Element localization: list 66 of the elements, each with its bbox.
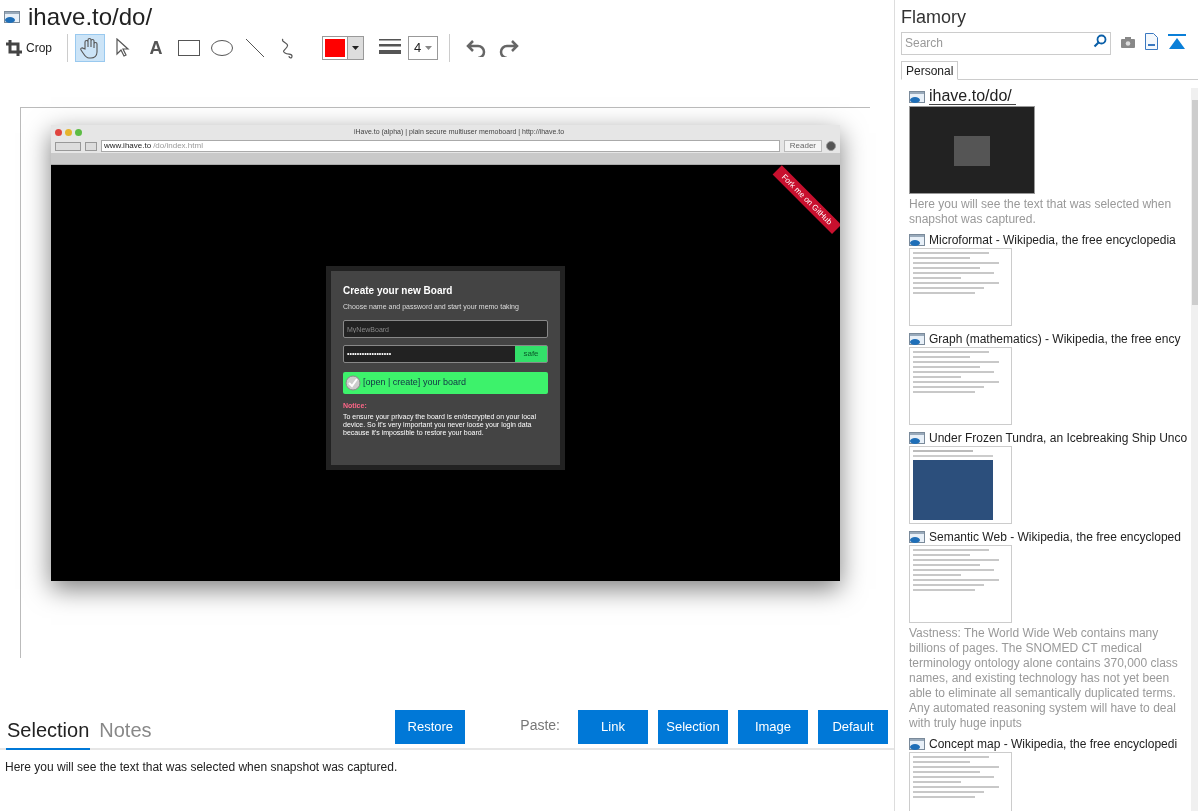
web-page-icon xyxy=(909,333,925,345)
close-icon[interactable] xyxy=(55,128,62,136)
web-page-icon xyxy=(909,90,925,103)
strength-indicator: safe xyxy=(515,346,547,363)
crop-icon xyxy=(6,40,22,56)
snapshot-title[interactable]: Concept map - Wikipedia, the free encyclopedi xyxy=(929,737,1178,751)
snapshot-title[interactable]: Under Frozen Tundra, an Icebreaking Ship Unco xyxy=(929,431,1188,445)
dialog-heading: Create your new Board xyxy=(343,283,454,298)
open-board-button[interactable]: [open | create] your board xyxy=(343,372,548,395)
address-bar[interactable]: www.ihave.to /do/index.html xyxy=(101,140,780,152)
drawing-tool-button[interactable]: A xyxy=(141,34,171,62)
snapshot-thumbnail[interactable] xyxy=(909,752,1012,811)
color-picker[interactable] xyxy=(322,36,364,60)
url-host: www.ihave.to xyxy=(104,142,152,150)
caret-icon xyxy=(352,46,359,50)
web-page-icon xyxy=(909,234,925,246)
window-title: ihave.to/do/ xyxy=(28,4,153,29)
camera-icon[interactable] xyxy=(1121,35,1135,48)
snapshot-thumbnail[interactable] xyxy=(909,545,1012,623)
restore-button[interactable]: Restore xyxy=(395,710,466,744)
checkmark-icon xyxy=(345,375,361,392)
collapse-icon[interactable] xyxy=(1168,33,1186,50)
bottom-tab[interactable]: Selection xyxy=(6,715,91,750)
app-title: Flamory xyxy=(901,6,967,29)
search-field[interactable]: Search xyxy=(901,31,1111,55)
share-button[interactable] xyxy=(85,141,97,151)
snapshot-thumbnail[interactable] xyxy=(909,106,1035,194)
drawing-tool-button[interactable] xyxy=(75,34,105,62)
url-path: /do/index.html xyxy=(153,142,203,150)
back-forward-buttons[interactable] xyxy=(55,141,81,151)
search-icon[interactable] xyxy=(1093,34,1107,48)
snapshot-title[interactable]: ihave.to/do/ xyxy=(929,88,1016,105)
web-page-icon xyxy=(909,738,925,750)
reader-button[interactable]: Reader xyxy=(783,140,822,152)
snapshot-title[interactable]: Microformat - Wikipedia, the free encyclopedia xyxy=(929,233,1176,247)
text-tool-label: A xyxy=(149,36,163,60)
ellipse-icon xyxy=(211,40,233,56)
web-page-icon xyxy=(909,432,925,444)
downloads-icon[interactable] xyxy=(826,141,836,151)
line-icon xyxy=(245,38,265,58)
paste-button[interactable]: Image xyxy=(738,710,808,744)
hand-icon xyxy=(80,37,100,59)
selection-text: Here you will see the text that was selected when snapshot was captured. xyxy=(4,759,399,776)
web-page-icon xyxy=(4,10,20,23)
paste-label: Paste: xyxy=(520,716,560,735)
snapshot-title[interactable]: Graph (mathematics) - Wikipedia, the free ency xyxy=(929,332,1181,346)
snapshot-thumbnail[interactable] xyxy=(909,248,1012,326)
snapshot-description: Vastness: The World Wide Web contains many billions of pages. The SNOMED CT medical terminology ontology alone contains 370,000 class names, and existing technology has not yet been able to eliminate all semantically duplicated terms. Any automated reasoning system will have to deal with truly huge inputs xyxy=(909,626,1179,731)
snapshot-title[interactable]: Semantic Web - Wikipedia, the free encycloped xyxy=(929,530,1181,544)
paste-button[interactable]: Selection xyxy=(658,710,728,744)
snapshot-description: Here you will see the text that was selected when snapshot was captured. xyxy=(909,197,1173,227)
caret-icon xyxy=(425,46,433,50)
sidebar-tab[interactable]: Personal xyxy=(901,61,959,80)
web-page-icon xyxy=(909,531,925,543)
line-width-dropdown[interactable]: 4 xyxy=(408,36,439,60)
rectangle-icon xyxy=(178,40,200,56)
crop-button[interactable]: Crop xyxy=(6,39,60,57)
snapshot-thumbnail[interactable] xyxy=(909,347,1012,425)
pointer-icon xyxy=(116,38,130,58)
line-width-icon xyxy=(379,39,401,57)
document-icon[interactable] xyxy=(1145,33,1158,50)
paste-button[interactable]: Link xyxy=(578,710,648,744)
snapshot-thumbnail[interactable] xyxy=(909,446,1012,524)
freehand-icon xyxy=(280,37,296,59)
bottom-tab[interactable]: Notes xyxy=(98,715,153,750)
paste-button[interactable]: Default xyxy=(818,710,888,744)
